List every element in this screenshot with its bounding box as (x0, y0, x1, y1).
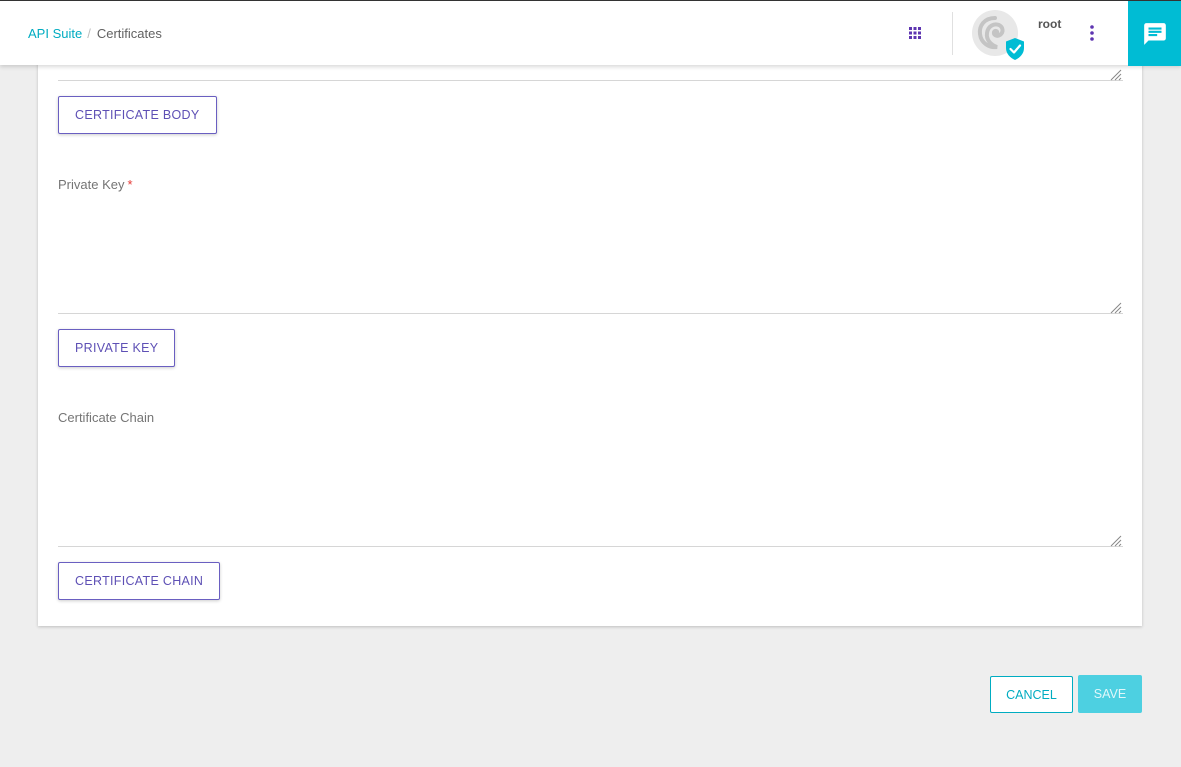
user-avatar[interactable] (971, 10, 1027, 62)
chat-icon (1143, 22, 1166, 45)
top-app-bar: API Suite / Certificates root (0, 0, 1181, 66)
more-vert-icon[interactable] (1086, 24, 1098, 42)
certificate-body-upload-button[interactable]: CERTIFICATE BODY (58, 96, 217, 134)
username-label: root (1038, 17, 1062, 31)
breadcrumb-separator: / (87, 26, 91, 41)
save-button[interactable]: SAVE (1078, 675, 1142, 713)
private-key-upload-button[interactable]: PRIVATE KEY (58, 329, 176, 367)
certificate-chain-label: Certificate Chain (58, 410, 155, 425)
apps-grid-icon[interactable] (907, 25, 923, 41)
certificate-form-card: CERTIFICATE BODY Private Key * PRIVATE KE… (38, 40, 1142, 626)
required-asterisk: * (127, 177, 133, 192)
certificate-chain-textarea[interactable] (58, 433, 1123, 547)
breadcrumb-link-api-suite[interactable]: API Suite (28, 26, 82, 41)
private-key-label: Private Key * (58, 177, 133, 192)
breadcrumb-current-page: Certificates (96, 26, 162, 41)
breadcrumb: API Suite / Certificates (28, 26, 162, 41)
private-key-textarea[interactable] (58, 200, 1123, 314)
verified-shield-icon (1006, 38, 1024, 60)
private-key-label-text: Private Key (58, 177, 125, 192)
header-divider (952, 12, 953, 55)
certificate-chain-upload-button[interactable]: CERTIFICATE CHAIN (58, 562, 221, 600)
chat-button[interactable] (1128, 1, 1181, 66)
cancel-button[interactable]: CANCEL (990, 676, 1073, 713)
